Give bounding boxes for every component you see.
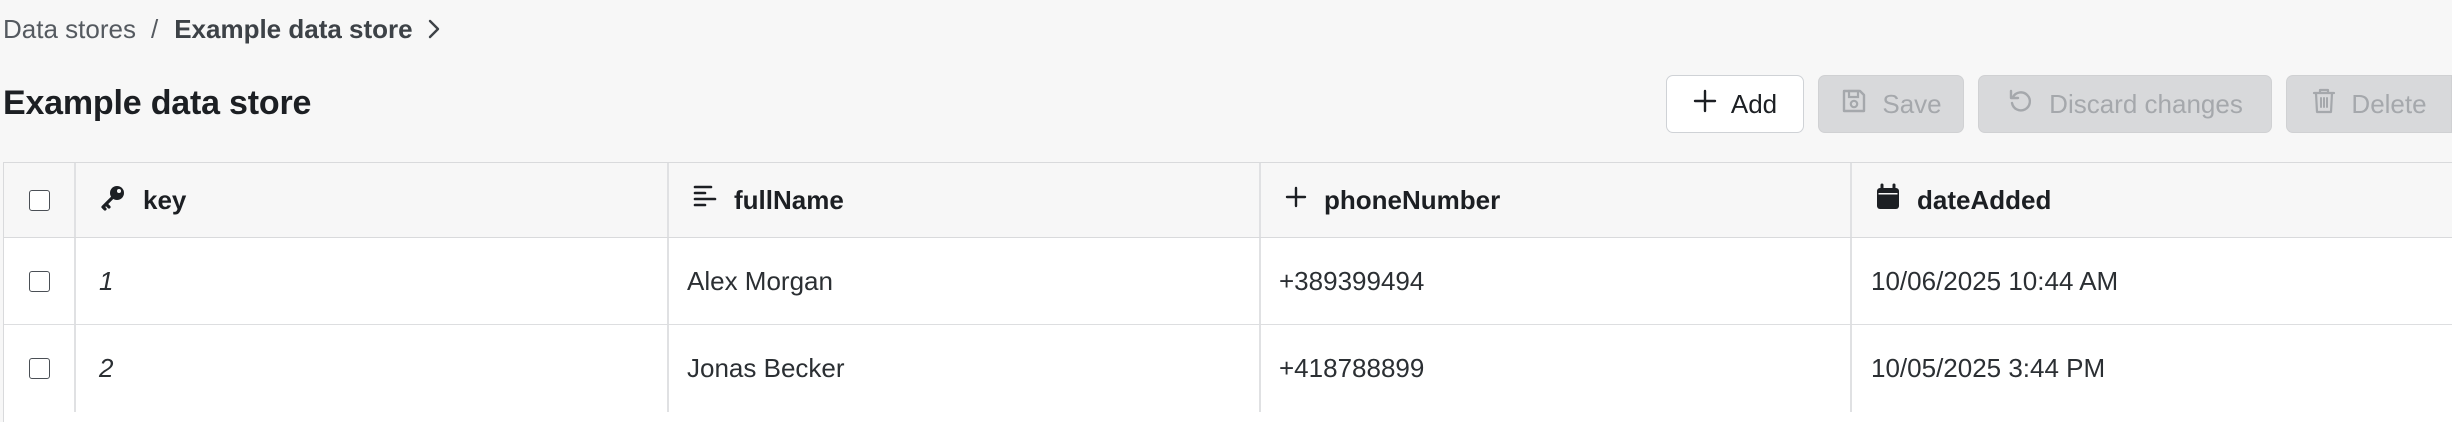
delete-button-label: Delete [2351, 88, 2427, 119]
column-label: phoneNumber [1324, 184, 1501, 215]
column-divider [1850, 163, 1852, 237]
breadcrumb-link-data-stores[interactable]: Data stores [3, 14, 136, 45]
breadcrumb-current[interactable]: Example data store [174, 14, 412, 45]
save-icon [1840, 87, 1868, 122]
trash-icon [2311, 87, 2337, 122]
toolbar: Add Save Discard changes Delete [1666, 75, 2452, 133]
key-icon [99, 183, 127, 218]
column-divider [1259, 325, 1261, 412]
column-label: fullName [734, 184, 844, 215]
page-title: Example data store [3, 84, 312, 122]
cell-dateadded[interactable]: 10/06/2025 10:44 AM [1871, 238, 2118, 324]
cell-phonenumber[interactable]: +418788899 [1279, 325, 1424, 412]
column-divider [74, 238, 76, 324]
column-header-key[interactable]: key [99, 163, 186, 237]
cell-fullname[interactable]: Alex Morgan [687, 238, 833, 324]
column-header-fullname[interactable]: fullName [692, 163, 844, 237]
discard-changes-button[interactable]: Discard changes [1978, 75, 2272, 133]
column-label: key [143, 184, 187, 215]
plus-icon [1693, 89, 1717, 120]
discard-button-label: Discard changes [2049, 88, 2243, 119]
column-divider [1850, 325, 1852, 412]
cell-phonenumber[interactable]: +389399494 [1279, 238, 1424, 324]
save-button[interactable]: Save [1818, 75, 1964, 133]
row-checkbox[interactable] [28, 358, 50, 379]
plus-icon [1284, 185, 1308, 216]
cell-dateadded[interactable]: 10/05/2025 3:44 PM [1871, 325, 2105, 412]
cell-key: 2 [99, 353, 114, 383]
column-divider [667, 163, 669, 237]
row-checkbox[interactable] [28, 270, 50, 292]
delete-button[interactable]: Delete [2286, 75, 2452, 133]
cell-fullname[interactable]: Jonas Becker [687, 325, 845, 412]
column-divider [74, 325, 76, 412]
column-divider [1850, 238, 1852, 324]
text-icon [692, 183, 718, 218]
select-all-cell [4, 163, 74, 237]
table-header: key fullName phoneNumber dateAdded [4, 163, 2452, 238]
breadcrumb-separator: / [150, 13, 159, 44]
calendar-icon [1875, 183, 1901, 218]
column-label: dateAdded [1917, 184, 2052, 215]
select-all-checkbox[interactable] [28, 189, 50, 211]
table-row[interactable]: 2 Jonas Becker +418788899 10/05/2025 3:4… [4, 325, 2452, 412]
column-header-dateadded[interactable]: dateAdded [1875, 163, 2051, 237]
column-divider [667, 325, 669, 412]
cell-key: 1 [99, 265, 114, 296]
row-select-cell [4, 325, 74, 412]
breadcrumb: Data stores / Example data store [3, 12, 441, 46]
table-row[interactable]: 1 Alex Morgan +389399494 10/06/2025 10:4… [4, 238, 2452, 325]
save-button-label: Save [1882, 88, 1942, 119]
column-divider [1259, 238, 1261, 324]
column-divider [667, 238, 669, 324]
add-button[interactable]: Add [1666, 75, 1804, 133]
column-header-phonenumber[interactable]: phoneNumber [1284, 163, 1500, 237]
chevron-right-icon[interactable] [427, 18, 441, 40]
add-button-label: Add [1730, 88, 1778, 119]
column-divider [1259, 163, 1261, 237]
column-divider [74, 163, 76, 237]
row-select-cell [4, 238, 74, 324]
undo-icon [2007, 87, 2035, 122]
data-table: key fullName phoneNumber dateAdded 1 Ale… [3, 162, 2452, 422]
